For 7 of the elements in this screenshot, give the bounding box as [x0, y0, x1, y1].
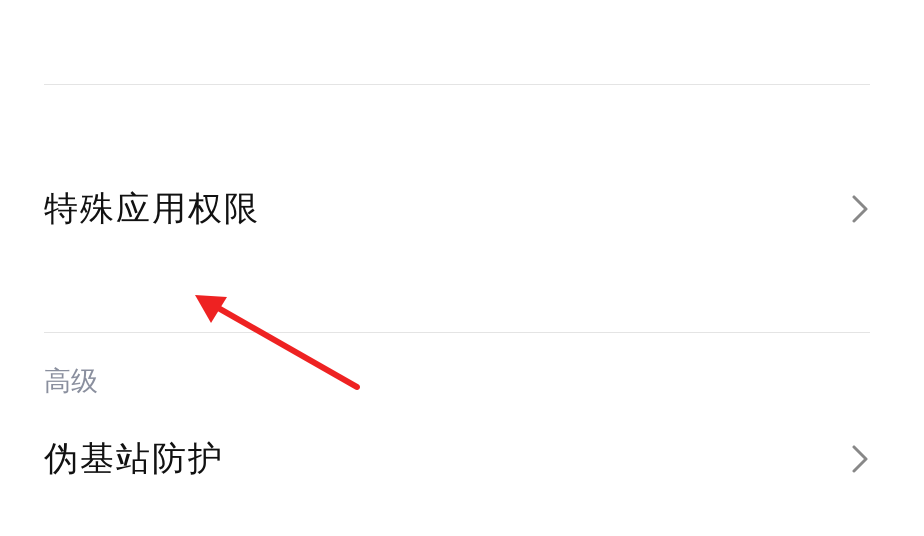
row-label: 伪基站防护	[44, 438, 224, 481]
row-label: 特殊应用权限	[44, 188, 260, 230]
section-header: 高级	[44, 365, 98, 399]
chevron-right-icon	[850, 192, 870, 224]
settings-row[interactable]: 伪基站防护	[44, 399, 870, 519]
chevron-right-icon	[850, 443, 870, 475]
settings-row[interactable]: 特殊应用权限	[44, 85, 870, 332]
